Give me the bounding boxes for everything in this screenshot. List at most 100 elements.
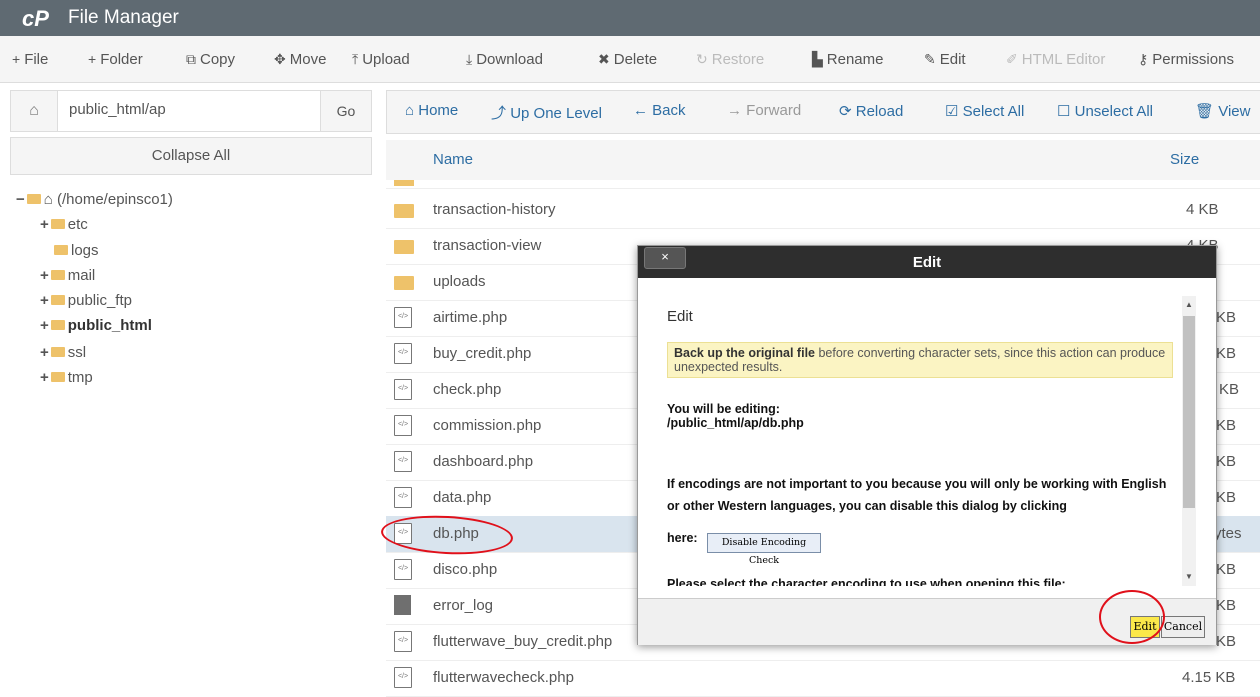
forward-button[interactable]: → Forward — [727, 102, 801, 119]
plus-icon[interactable]: + — [40, 292, 49, 309]
plus-icon[interactable]: + — [40, 369, 49, 386]
tree-item-tmp[interactable]: + tmp — [40, 369, 93, 386]
unselect-all-button[interactable]: ☐ Unselect All — [1057, 102, 1153, 120]
editing-path: /public_html/ap/db.php — [667, 416, 804, 430]
upload-button[interactable]: ⤒ Upload — [352, 48, 410, 70]
reload-button[interactable]: ⟳ Reload — [839, 102, 903, 120]
checkbox-checked-icon: ☑ — [945, 103, 959, 120]
right-arrow-icon: → — [727, 102, 742, 119]
php-file-icon: </> — [394, 451, 412, 472]
edit-dialog: × Edit Edit Back up the original file be… — [637, 245, 1217, 645]
encoding-text: If encodings are not important to you be… — [667, 477, 1167, 513]
path-bar: ⌂ public_html/ap Go — [10, 90, 372, 132]
new-file-button[interactable]: + File — [12, 48, 48, 70]
new-folder-button[interactable]: + Folder — [88, 48, 143, 70]
plus-icon[interactable]: + — [40, 267, 49, 284]
plus-icon: + — [88, 51, 97, 67]
here-label: here: — [667, 531, 698, 545]
download-button[interactable]: ⤓ Download — [466, 48, 543, 70]
restore-icon: ↻ — [696, 51, 708, 67]
dialog-heading: Edit — [667, 308, 693, 325]
view-trash-button[interactable]: 🗑 View — [1195, 102, 1250, 120]
collapse-all-button[interactable]: Collapse All — [10, 137, 372, 175]
folder-icon — [50, 320, 65, 330]
left-arrow-icon: ← — [633, 102, 648, 119]
move-button[interactable]: ✥ Move — [274, 48, 326, 70]
permissions-button[interactable]: ⚷ Permissions — [1138, 48, 1234, 70]
folder-icon — [50, 270, 65, 280]
restore-button[interactable]: ↻ Restore — [696, 48, 764, 70]
back-button[interactable]: ← Back — [633, 102, 686, 119]
file-row[interactable]: </> flutterwavecheck.php 4.15 KB — [386, 660, 1260, 697]
reload-icon: ⟳ — [839, 103, 852, 120]
move-icon: ✥ — [274, 51, 286, 67]
dialog-titlebar: × Edit — [638, 246, 1216, 278]
column-name[interactable]: Name — [433, 151, 473, 168]
go-button[interactable]: Go — [320, 91, 371, 131]
minus-icon[interactable]: − — [16, 191, 25, 208]
app-header: cP File Manager — [0, 0, 1260, 36]
dialog-title: Edit — [912, 254, 942, 271]
key-icon: ⚷ — [1138, 51, 1149, 67]
php-file-icon: </> — [394, 415, 412, 436]
folder-icon — [50, 347, 65, 357]
folder-icon — [394, 240, 414, 254]
home-icon[interactable]: ⌂ — [11, 91, 58, 131]
tree-item-public-ftp[interactable]: + public_ftp — [40, 292, 132, 309]
upload-icon: ⤒ — [352, 51, 359, 67]
scrollbar-thumb[interactable] — [1183, 316, 1195, 508]
toolbar: + File + Folder ⧉ Copy ✥ Move ⤒ Upload ⤓ Downl… — [0, 36, 1260, 83]
app-title: File Manager — [68, 7, 179, 28]
tree-item-logs[interactable]: logs — [54, 242, 99, 259]
folder-icon — [50, 219, 65, 229]
up-arrow-icon: ⤴ — [491, 105, 507, 122]
folder-icon — [50, 372, 65, 382]
tree-item-public-html[interactable]: + public_html — [40, 317, 152, 334]
php-file-icon: </> — [394, 379, 412, 400]
delete-button[interactable]: ✖ Delete — [598, 48, 657, 70]
file-row[interactable]: transaction-history 4 KB — [386, 192, 1260, 229]
trash-icon: 🗑 — [1195, 103, 1215, 120]
rename-button[interactable]: ▙ Rename — [812, 48, 883, 70]
php-file-icon: </> — [394, 307, 412, 328]
cancel-button[interactable]: Cancel — [1161, 616, 1205, 638]
cpanel-logo: cP — [22, 6, 49, 31]
folder-icon — [50, 295, 65, 305]
folder-icon — [26, 194, 41, 204]
home-icon: ⌂ — [405, 102, 415, 119]
html-editor-icon: ✐ — [1006, 51, 1018, 67]
text-file-icon — [394, 595, 411, 615]
checkbox-empty-icon: ☐ — [1057, 103, 1071, 120]
copy-button[interactable]: ⧉ Copy — [186, 48, 235, 70]
plus-icon[interactable]: + — [40, 317, 49, 334]
annotation-circle — [1099, 590, 1165, 644]
edit-button[interactable]: ✎ Edit — [924, 48, 966, 70]
tree-item-ssl[interactable]: + ssl — [40, 344, 86, 361]
path-input[interactable]: public_html/ap — [69, 101, 166, 118]
plus-icon[interactable]: + — [40, 344, 49, 361]
file-list-top — [386, 180, 1260, 189]
delete-icon: ✖ — [598, 51, 610, 67]
select-all-button[interactable]: ☑ Select All — [945, 102, 1024, 120]
dialog-scrollbar[interactable]: ▲ ▼ — [1182, 296, 1196, 586]
tree-item-etc[interactable]: + etc — [40, 216, 88, 233]
scroll-down-icon[interactable]: ▼ — [1184, 572, 1194, 582]
tree-root[interactable]: − ⌂ (/home/epinsco1) — [16, 191, 173, 208]
rename-icon: ▙ — [812, 51, 823, 67]
plus-icon[interactable]: + — [40, 216, 49, 233]
dialog-body: Edit Back up the original file before co… — [650, 290, 1182, 586]
column-size[interactable]: Size — [1170, 151, 1199, 168]
scroll-up-icon[interactable]: ▲ — [1184, 300, 1194, 310]
pencil-icon: ✎ — [924, 51, 936, 67]
download-icon: ⤓ — [466, 51, 473, 67]
up-one-level-button[interactable]: ⤴ Up One Level — [491, 102, 602, 123]
home-button[interactable]: ⌂ Home — [405, 102, 458, 119]
php-file-icon: </> — [394, 559, 412, 580]
plus-icon: + — [12, 51, 21, 67]
warning-box: Back up the original file before convert… — [667, 342, 1173, 378]
html-editor-button[interactable]: ✐ HTML Editor — [1006, 48, 1105, 70]
folder-icon — [54, 245, 68, 255]
tree-item-mail[interactable]: + mail — [40, 267, 95, 284]
disable-encoding-check-button[interactable]: Disable Encoding Check — [707, 533, 821, 566]
file-list-header: Name Size — [386, 140, 1260, 181]
